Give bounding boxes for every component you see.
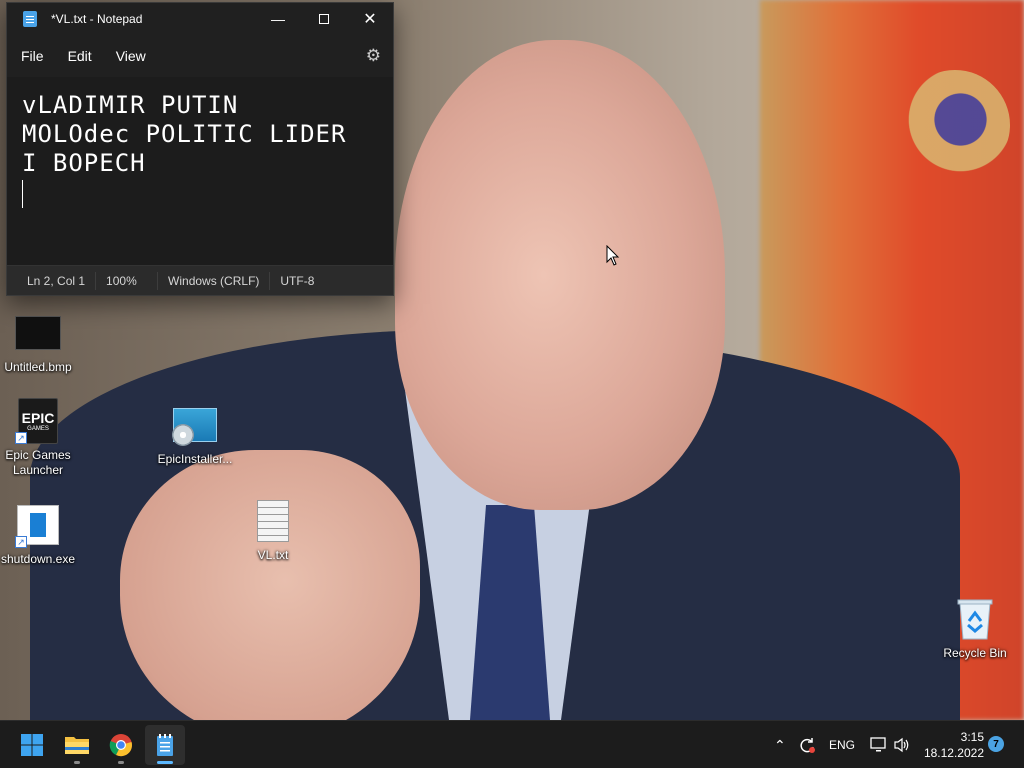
wallpaper-hand: [120, 450, 420, 720]
menu-view[interactable]: View: [104, 48, 158, 64]
desktop-icon-recycle-bin[interactable]: Recycle Bin: [933, 596, 1017, 661]
notepad-window[interactable]: *VL.txt - Notepad — ✕ File Edit View ⚙ v…: [6, 2, 394, 296]
taskbar-notepad[interactable]: [145, 725, 185, 765]
taskbar-clock[interactable]: 3:15 18.12.2022: [920, 729, 984, 761]
minimize-button[interactable]: —: [255, 3, 301, 35]
recycle-bin-icon: [952, 596, 998, 642]
chrome-icon: [109, 734, 132, 757]
desktop-icon-epic-games-launcher[interactable]: EPIC GAMES ↗ Epic Games Launcher: [0, 398, 80, 478]
minimize-icon: —: [271, 11, 285, 27]
bitmap-file-icon: [15, 310, 61, 356]
desktop-icon-label: VL.txt: [257, 548, 289, 562]
epic-logo-text: EPIC: [21, 410, 55, 426]
desktop-icon-label: Recycle Bin: [943, 646, 1007, 660]
cursor-position: Ln 2, Col 1: [7, 271, 97, 290]
chevron-up-icon: ⌃: [774, 736, 786, 753]
taskbar-file-explorer[interactable]: [57, 725, 97, 765]
wallpaper-head: [395, 40, 725, 510]
line-ending: Windows (CRLF): [158, 271, 271, 290]
notepad-icon: [157, 734, 173, 756]
text-line: I BOPECH: [22, 149, 146, 177]
notepad-icon: [23, 11, 37, 27]
notepad-title-bar[interactable]: *VL.txt - Notepad — ✕: [7, 3, 393, 35]
volume-button[interactable]: [893, 721, 911, 768]
network-monitor-icon: [870, 737, 886, 752]
start-button[interactable]: [12, 725, 52, 765]
clock-time: 3:15: [960, 730, 984, 744]
active-indicator: [157, 761, 173, 764]
wallpaper-emblem: [900, 70, 1010, 180]
notepad-menu-bar: File Edit View ⚙: [7, 35, 393, 77]
desktop-icon-label: shutdown.exe: [0, 552, 76, 566]
epic-logo-subtext: GAMES: [27, 426, 49, 432]
desktop-icon-epic-installer[interactable]: EpicInstaller...: [153, 402, 237, 467]
speaker-icon: [894, 737, 909, 753]
executable-file-icon: ↗: [15, 502, 61, 548]
installer-package-icon: [172, 402, 218, 448]
menu-file[interactable]: File: [9, 48, 56, 64]
text-line: MOLOdec POLITIC LIDER: [22, 120, 347, 148]
desktop-icon-vl-txt[interactable]: VL.txt: [231, 498, 315, 563]
clock-date: 18.12.2022: [923, 746, 984, 760]
running-indicator: [118, 761, 124, 764]
windows-start-icon: [21, 734, 43, 756]
shortcut-arrow-icon: ↗: [15, 536, 27, 548]
zoom-level: 100%: [96, 271, 159, 290]
notepad-text-area[interactable]: vLADIMIR PUTIN MOLOdec POLITIC LIDER I B…: [7, 77, 393, 267]
sync-icon: [800, 738, 815, 753]
desktop-icon-label: Untitled.bmp: [4, 360, 72, 374]
show-hidden-icons-button[interactable]: ⌃: [774, 721, 786, 768]
notification-center-badge[interactable]: 7: [988, 736, 1004, 752]
text-caret: [22, 180, 23, 208]
close-icon: ✕: [363, 11, 377, 28]
close-button[interactable]: ✕: [347, 3, 393, 35]
network-status-button[interactable]: [870, 721, 888, 768]
desktop-icon-label: EpicInstaller...: [157, 452, 233, 466]
notepad-status-bar: Ln 2, Col 1 100% Windows (CRLF) UTF-8: [7, 265, 393, 295]
desktop-icon-label: Epic Games Launcher: [5, 448, 71, 477]
taskbar-chrome[interactable]: [101, 725, 141, 765]
text-file-icon: [250, 498, 296, 544]
maximize-button[interactable]: [301, 3, 347, 35]
shortcut-arrow-icon: ↗: [15, 432, 27, 444]
maximize-icon: [319, 14, 329, 24]
language-indicator[interactable]: ENG: [829, 721, 855, 768]
encoding: UTF-8: [280, 273, 315, 288]
text-line: vLADIMIR PUTIN: [22, 91, 239, 119]
desktop-icon-shutdown-exe[interactable]: ↗ shutdown.exe: [0, 502, 80, 567]
running-indicator: [74, 761, 80, 764]
sync-status-button[interactable]: [798, 721, 816, 768]
taskbar: ⌃ ENG 3:15 18.12.2022: [0, 720, 1024, 768]
file-explorer-icon: [65, 737, 89, 754]
window-title: *VL.txt - Notepad: [51, 12, 143, 26]
menu-edit[interactable]: Edit: [56, 48, 104, 64]
epic-games-icon: EPIC GAMES ↗: [15, 398, 61, 444]
settings-gear-icon[interactable]: ⚙: [366, 46, 381, 66]
desktop-icon-untitled-bmp[interactable]: Untitled.bmp: [0, 310, 80, 375]
